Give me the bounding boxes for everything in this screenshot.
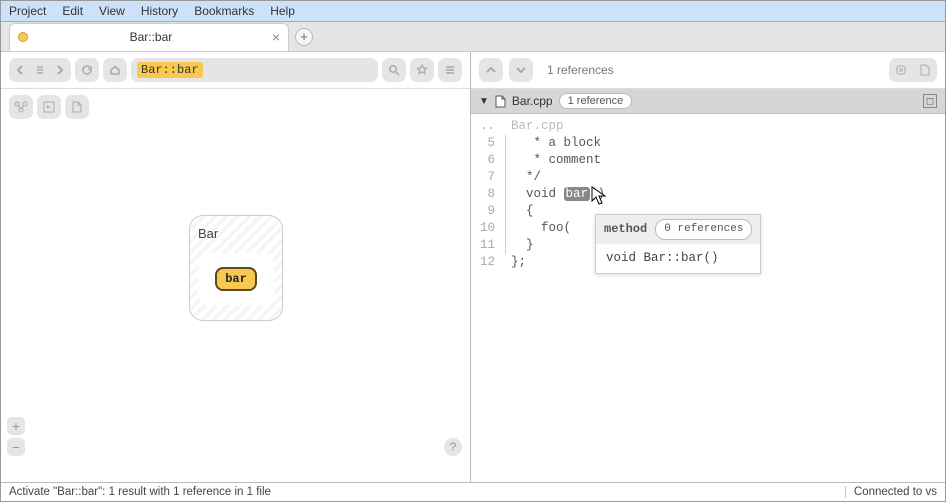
zoom-in-button[interactable]: + bbox=[7, 417, 25, 435]
collapse-triangle-icon[interactable]: ▼ bbox=[479, 96, 489, 107]
zoom-out-button[interactable]: − bbox=[7, 438, 25, 456]
code-text: }; bbox=[511, 254, 526, 271]
highlighted-token: bar bbox=[564, 187, 591, 201]
code-line[interactable]: 6 * comment bbox=[471, 152, 945, 169]
line-number: 5 bbox=[471, 135, 505, 152]
chevron-up-icon bbox=[486, 65, 496, 75]
active-tab[interactable]: Bar::bar × bbox=[9, 23, 289, 51]
code-text: { bbox=[511, 203, 534, 220]
tab-bar: Bar::bar × + bbox=[1, 22, 945, 52]
star-icon bbox=[416, 64, 428, 76]
file-small-icon bbox=[920, 64, 930, 76]
graph-toolbar-secondary bbox=[1, 89, 470, 125]
main-area: Bar::bar Bar bbox=[1, 52, 945, 482]
code-text: */ bbox=[511, 169, 541, 186]
tooltip-signature: void Bar::bar() bbox=[596, 244, 760, 273]
file-header[interactable]: ▼ Bar.cpp 1 reference ◻ bbox=[471, 89, 945, 114]
line-number: 8 bbox=[471, 186, 505, 203]
next-ref-button[interactable] bbox=[509, 58, 533, 82]
code-line[interactable]: 5 * a block bbox=[471, 135, 945, 152]
line-number: 9 bbox=[471, 203, 505, 220]
graph-icon bbox=[14, 101, 28, 113]
code-text: void bar() bbox=[511, 186, 605, 203]
menu-bar: Project Edit View History Bookmarks Help bbox=[1, 1, 945, 22]
code-text: Bar.cpp bbox=[511, 118, 564, 135]
reference-count: 1 references bbox=[547, 63, 614, 77]
refresh-button[interactable] bbox=[75, 58, 99, 82]
view-list-button[interactable] bbox=[889, 58, 913, 82]
tooltip-kind: method bbox=[604, 221, 647, 238]
menu-view[interactable]: View bbox=[99, 4, 125, 18]
magnifier-icon bbox=[388, 64, 400, 76]
list-icon bbox=[895, 64, 907, 76]
search-button[interactable] bbox=[382, 58, 406, 82]
graph-canvas[interactable]: Bar bar + − ? bbox=[1, 125, 470, 482]
code-text: } bbox=[511, 237, 534, 254]
nav-history-dropdown[interactable] bbox=[33, 58, 47, 82]
view-file-button[interactable] bbox=[913, 58, 937, 82]
method-node[interactable]: bar bbox=[215, 267, 257, 291]
class-node-body: bar bbox=[198, 253, 274, 305]
code-line[interactable]: 7 */ bbox=[471, 169, 945, 186]
code-pane-header: 1 references bbox=[471, 52, 945, 89]
bookmark-button[interactable] bbox=[410, 58, 434, 82]
line-number: 11 bbox=[471, 237, 505, 254]
tab-status-dot-icon bbox=[18, 32, 28, 42]
file-name: Bar.cpp bbox=[512, 94, 553, 108]
nav-forward-button[interactable] bbox=[47, 58, 71, 82]
code-line[interactable]: 8 void bar() bbox=[471, 186, 945, 203]
menu-bookmarks[interactable]: Bookmarks bbox=[194, 4, 254, 18]
code-pane: 1 references ▼ Bar.cpp 1 reference ◻ .. B… bbox=[471, 52, 945, 482]
graph-pane: Bar::bar Bar bbox=[1, 52, 471, 482]
code-area[interactable]: ..Bar.cpp5 * a block6 * comment7 */8 voi… bbox=[471, 114, 945, 275]
home-button[interactable] bbox=[103, 58, 127, 82]
graph-mode-button[interactable] bbox=[9, 95, 33, 119]
new-tab-button[interactable]: + bbox=[295, 28, 313, 46]
settings-button[interactable] bbox=[438, 58, 462, 82]
tab-title: Bar::bar bbox=[36, 30, 266, 44]
line-number: .. bbox=[471, 118, 505, 135]
panel-right-icon bbox=[43, 101, 55, 113]
maximize-file-button[interactable]: ◻ bbox=[923, 94, 937, 108]
file-view-button[interactable] bbox=[65, 95, 89, 119]
status-text: Activate "Bar::bar": 1 result with 1 ref… bbox=[9, 486, 271, 498]
refresh-icon bbox=[81, 64, 93, 76]
menu-edit[interactable]: Edit bbox=[62, 4, 83, 18]
connection-status: Connected to vs bbox=[845, 486, 937, 498]
graph-toolbar: Bar::bar bbox=[1, 52, 470, 89]
hover-tooltip: method 0 references void Bar::bar() bbox=[595, 214, 761, 274]
tooltip-ref-badge: 0 references bbox=[655, 219, 752, 240]
file-icon bbox=[495, 95, 506, 108]
code-line[interactable]: .. Bar.cpp bbox=[471, 118, 945, 135]
expand-right-button[interactable] bbox=[37, 95, 61, 119]
line-number: 12 bbox=[471, 254, 505, 271]
code-text: * a block bbox=[511, 135, 601, 152]
search-field[interactable]: Bar::bar bbox=[131, 58, 378, 82]
code-text: * comment bbox=[511, 152, 601, 169]
chevron-right-icon bbox=[54, 65, 64, 75]
chevron-down-icon bbox=[516, 65, 526, 75]
class-node[interactable]: Bar bar bbox=[189, 215, 283, 321]
search-query: Bar::bar bbox=[137, 62, 203, 78]
menu-project[interactable]: Project bbox=[9, 4, 46, 18]
line-number: 7 bbox=[471, 169, 505, 186]
menu-help[interactable]: Help bbox=[270, 4, 295, 18]
status-bar: Activate "Bar::bar": 1 result with 1 ref… bbox=[1, 482, 945, 501]
nav-back-button[interactable] bbox=[9, 58, 33, 82]
bars-icon bbox=[36, 66, 44, 74]
prev-ref-button[interactable] bbox=[479, 58, 503, 82]
line-number: 6 bbox=[471, 152, 505, 169]
code-text: foo( bbox=[511, 220, 571, 237]
sliders-icon bbox=[444, 64, 456, 76]
help-button[interactable]: ? bbox=[444, 438, 462, 456]
file-ref-badge: 1 reference bbox=[559, 93, 633, 109]
file-icon bbox=[72, 101, 82, 113]
menu-history[interactable]: History bbox=[141, 4, 178, 18]
close-tab-icon[interactable]: × bbox=[272, 29, 280, 45]
class-node-label: Bar bbox=[198, 226, 274, 241]
line-number: 10 bbox=[471, 220, 505, 237]
home-icon bbox=[109, 64, 121, 76]
chevron-left-icon bbox=[16, 65, 26, 75]
